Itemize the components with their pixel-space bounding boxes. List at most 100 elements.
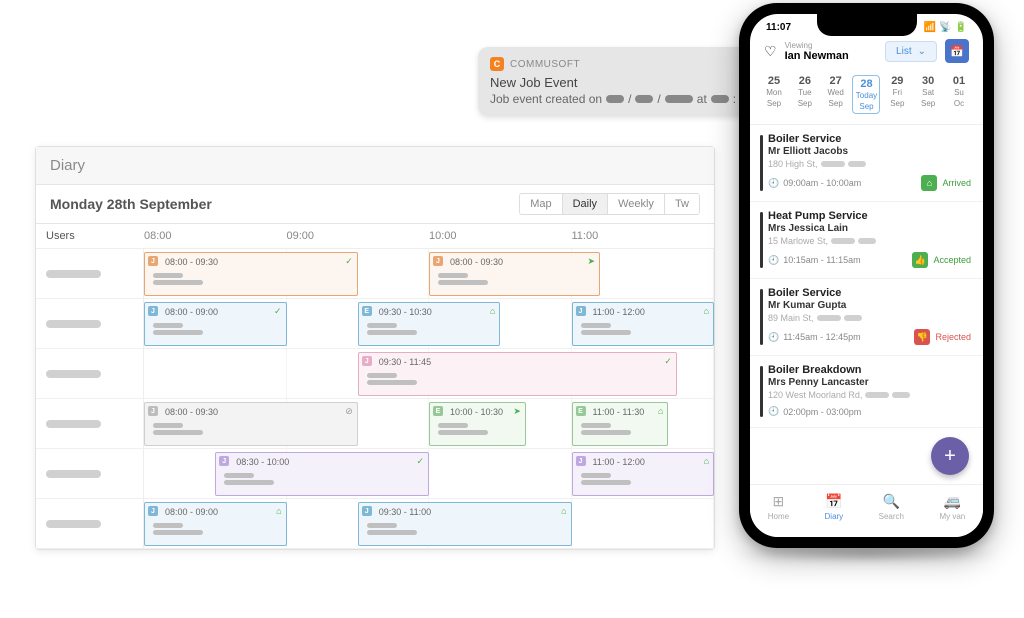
signal-icon: 📶 [924, 22, 936, 33]
clock-icon: 🕘 [768, 178, 779, 189]
tab-weekly[interactable]: Weekly [608, 194, 665, 214]
event-status-icon: ⌂ [490, 306, 495, 316]
date-item[interactable]: 25MonSep [760, 75, 788, 114]
event-badge: J [148, 306, 158, 316]
event-block[interactable]: J11:00 - 12:00⌂ [572, 452, 715, 496]
hour-1100: 11:00 [572, 224, 715, 248]
event-block[interactable]: E10:00 - 10:30➤ [429, 402, 526, 446]
tab-diary[interactable]: 📅Diary [825, 493, 844, 521]
date-item[interactable]: 28TodaySep [852, 75, 880, 114]
appointment-item[interactable]: Boiler ServiceMr Kumar Gupta89 Main St, … [750, 279, 983, 356]
view-tabs: Map Daily Weekly Tw [519, 193, 700, 215]
add-button[interactable]: + [931, 437, 969, 475]
tab-two[interactable]: Tw [665, 194, 699, 214]
placeholder-line [224, 473, 254, 478]
appointment-item[interactable]: Boiler BreakdownMrs Penny Lancaster 120 W… [750, 356, 983, 428]
appointment-title: Boiler Service [768, 287, 971, 299]
tab-myvan[interactable]: 🚐My van [939, 493, 965, 521]
hour-0900: 09:00 [287, 224, 430, 248]
event-badge: J [148, 406, 158, 416]
appointment-item[interactable]: Boiler ServiceMr Elliott Jacobs180 High … [750, 125, 983, 202]
date-item[interactable]: 30SatSep [914, 75, 942, 114]
user-row: J09:30 - 11:45✓ [36, 349, 714, 399]
notification-card[interactable]: C COMMUSOFT now New Job Event Job event … [478, 47, 778, 116]
event-badge: J [433, 256, 443, 266]
notification-title: New Job Event [490, 75, 766, 90]
event-block[interactable]: J09:30 - 11:45✓ [358, 352, 677, 396]
appointment-title: Heat Pump Service [768, 210, 971, 222]
event-block[interactable]: J08:00 - 09:00⌂ [144, 502, 287, 546]
placeholder-line [581, 323, 611, 328]
event-block[interactable]: J09:30 - 11:00⌂ [358, 502, 572, 546]
appointment-address: 120 West Moorland Rd, [768, 390, 971, 400]
user-placeholder [46, 470, 101, 478]
appointment-title: Boiler Service [768, 133, 971, 145]
placeholder-line [153, 530, 203, 535]
events-cell: J08:00 - 09:00⌂ J09:30 - 11:00⌂ [144, 499, 714, 548]
event-badge: J [362, 356, 372, 366]
event-status-icon: ✓ [664, 356, 672, 367]
appointment-status: 👎Rejected [914, 329, 971, 345]
user-row: J08:00 - 09:00✓ E09:30 - 10:30⌂ J11:00 - 1… [36, 299, 714, 349]
event-time: 08:00 - 09:30 [165, 257, 351, 267]
event-block[interactable]: J08:00 - 09:30✓ [144, 252, 358, 296]
event-status-icon: ⊘ [345, 406, 353, 417]
placeholder-line [153, 323, 183, 328]
appointment-list[interactable]: Boiler ServiceMr Elliott Jacobs180 High … [750, 125, 983, 484]
tab-home[interactable]: ⊞Home [768, 493, 789, 521]
list-dropdown[interactable]: List ⌄ [885, 41, 937, 62]
date-item[interactable]: 29FriSep [883, 75, 911, 114]
redacted [711, 95, 729, 103]
tab-search[interactable]: 🔍Search [879, 493, 904, 521]
event-badge: E [576, 406, 586, 416]
events-cell: J08:00 - 09:00✓ E09:30 - 10:30⌂ J11:00 - 1… [144, 299, 714, 348]
notification-body: Job event created on // at : [490, 92, 766, 106]
calendar-button[interactable]: 📅 [945, 39, 969, 63]
placeholder-line [581, 473, 611, 478]
event-block[interactable]: J08:00 - 09:30⊘ [144, 402, 358, 446]
viewing-block[interactable]: Viewing Ian Newman [785, 41, 877, 62]
user-placeholder [46, 520, 101, 528]
user-cell [36, 249, 144, 298]
user-placeholder [46, 370, 101, 378]
diary-date: Monday 28th September [50, 196, 212, 212]
date-item[interactable]: 01SuOc [945, 75, 973, 114]
commusoft-icon: C [490, 57, 504, 71]
event-block[interactable]: E11:00 - 11:30⌂ [572, 402, 669, 446]
user-row: J08:00 - 09:00⌂ J09:30 - 11:00⌂ [36, 499, 714, 549]
event-badge: J [219, 456, 229, 466]
chevron-down-icon: ⌄ [918, 46, 926, 57]
event-block[interactable]: J08:00 - 09:00✓ [144, 302, 287, 346]
placeholder-line [153, 523, 183, 528]
event-block[interactable]: J11:00 - 12:00⌂ [572, 302, 715, 346]
event-status-icon: ⌂ [561, 506, 566, 516]
date-item[interactable]: 27WedSep [822, 75, 850, 114]
redacted [635, 95, 653, 103]
tab-map[interactable]: Map [520, 194, 562, 214]
placeholder-line [367, 330, 417, 335]
appointment-item[interactable]: Heat Pump ServiceMrs Jessica Lain15 Marl… [750, 202, 983, 279]
status-icons: 📶 📡 🔋 [924, 22, 967, 33]
appointment-title: Boiler Breakdown [768, 364, 971, 376]
event-block[interactable]: E09:30 - 10:30⌂ [358, 302, 501, 346]
event-block[interactable]: J08:30 - 10:00✓ [215, 452, 429, 496]
tab-daily[interactable]: Daily [563, 194, 608, 214]
event-status-icon: ✓ [416, 456, 424, 467]
placeholder-line [438, 430, 488, 435]
diary-title: Diary [36, 147, 714, 185]
event-status-icon: ➤ [587, 256, 595, 267]
event-badge: J [148, 506, 158, 516]
date-item[interactable]: 26TueSep [791, 75, 819, 114]
event-block[interactable]: J08:00 - 09:30➤ [429, 252, 600, 296]
placeholder-line [153, 280, 203, 285]
event-time: 11:00 - 11:30 [593, 407, 662, 417]
appointment-customer: Mrs Penny Lancaster [768, 377, 971, 388]
event-badge: E [433, 406, 443, 416]
appointment-customer: Mrs Jessica Lain [768, 223, 971, 234]
hour-1000: 10:00 [429, 224, 572, 248]
user-cell [36, 499, 144, 548]
appointment-time: 🕘10:15am - 11:15am [768, 255, 861, 266]
status-icon: 👍 [912, 252, 928, 268]
event-badge: J [576, 456, 586, 466]
heart-icon[interactable]: ♡ [764, 43, 777, 60]
